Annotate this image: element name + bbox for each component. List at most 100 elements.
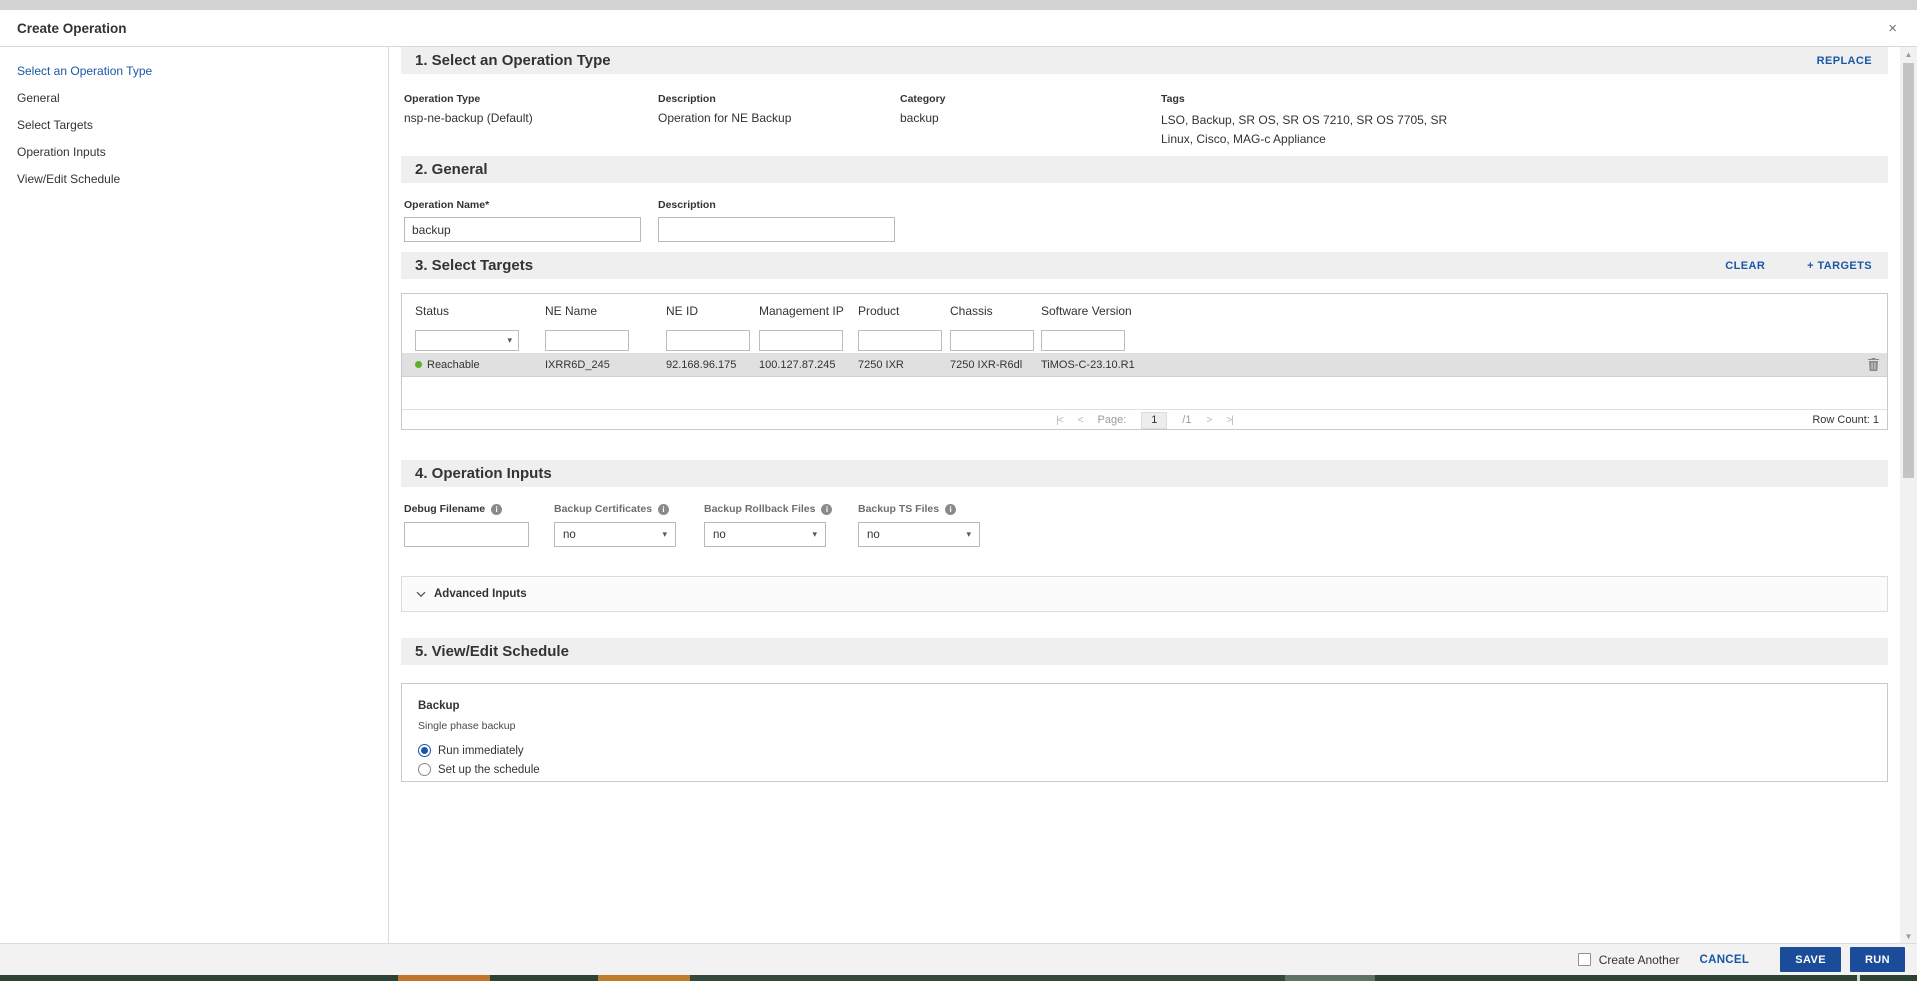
page-label: Page:	[1097, 414, 1127, 426]
chassis-value: 7250 IXR-R6dl	[950, 358, 1023, 371]
checkbox-icon[interactable]	[1577, 953, 1591, 966]
run-immediately-label: Run immediately	[438, 744, 524, 757]
product-value: 7250 IXR	[858, 358, 904, 371]
add-targets-button[interactable]: + TARGETS	[1807, 260, 1872, 272]
delete-row-button[interactable]	[1847, 358, 1887, 371]
col-product: Product	[858, 303, 900, 318]
info-icon: i	[491, 503, 503, 515]
category-label: Category	[900, 93, 946, 105]
backup-rollback-files-select[interactable]: no ▾	[704, 522, 826, 547]
section-schedule-header: 5. View/Edit Schedule	[401, 638, 1888, 665]
category-value: backup	[900, 111, 939, 125]
reachable-status-icon	[415, 361, 422, 368]
section-targets-title: 3. Select Targets	[415, 257, 534, 274]
previous-page-icon[interactable]: <	[1078, 415, 1084, 426]
strip-segment	[690, 975, 1285, 981]
radio-unselected-icon	[418, 763, 431, 776]
dialog-title: Create Operation	[17, 20, 127, 36]
info-icon: i	[658, 503, 670, 515]
schedule-box: Backup Single phase backup Run immediate…	[401, 683, 1888, 782]
backup-ts-files-label: Backup TS Files	[858, 503, 940, 515]
scroll-down-icon[interactable]: ▼	[1905, 929, 1913, 943]
page-total: /1	[1182, 414, 1192, 426]
section-operation-type-header: 1. Select an Operation Type REPLACE	[401, 47, 1888, 74]
replace-button[interactable]: REPLACE	[1817, 55, 1872, 67]
create-another-label: Create Another	[1598, 952, 1680, 967]
product-filter-input[interactable]	[858, 330, 942, 351]
sidebar-item-view-edit-schedule[interactable]: View/Edit Schedule	[0, 166, 388, 193]
strip-segment	[0, 975, 398, 981]
strip-segment	[1285, 975, 1375, 981]
operation-description-label: Description	[658, 93, 716, 105]
backup-certificates-value: no	[563, 528, 576, 541]
cancel-button[interactable]: CANCEL	[1699, 954, 1749, 966]
ne-id-value: 92.168.96.175	[666, 358, 737, 371]
strip-segment	[598, 975, 690, 981]
strip-segment	[1860, 975, 1917, 981]
section-inputs-title: 4. Operation Inputs	[415, 465, 552, 482]
general-fields: Operation Name* Description	[401, 183, 1888, 252]
description-input[interactable]	[658, 217, 895, 242]
operation-name-input[interactable]	[404, 217, 641, 242]
set-up-schedule-label: Set up the schedule	[438, 763, 540, 776]
col-status: Status	[415, 303, 450, 318]
dialog-titlebar: Create Operation ×	[0, 10, 1917, 47]
ne-name-value: IXRR6D_245	[545, 358, 610, 371]
targets-table-header: Status NE Name NE ID Management IP Produ…	[402, 294, 1887, 328]
management-ip-filter-input[interactable]	[759, 330, 843, 351]
software-version-filter-input[interactable]	[1041, 330, 1125, 351]
create-operation-dialog: Create Operation × Select an Operation T…	[0, 10, 1917, 943]
targets-table: Status NE Name NE ID Management IP Produ…	[401, 293, 1888, 430]
clear-button[interactable]: CLEAR	[1725, 260, 1765, 272]
sidebar-item-operation-inputs[interactable]: Operation Inputs	[0, 139, 388, 166]
chevron-down-icon: ▾	[966, 529, 971, 539]
last-page-icon[interactable]: >|	[1226, 415, 1234, 426]
targets-filter-row: ▾	[402, 328, 1887, 353]
col-management-ip: Management IP	[759, 303, 844, 318]
sidebar-item-select-operation-type[interactable]: Select an Operation Type	[0, 58, 388, 85]
scroll-up-icon[interactable]: ▲	[1905, 47, 1913, 61]
table-row[interactable]: Reachable IXRR6D_245 92.168.96.175 100.1…	[402, 353, 1887, 377]
page-number-input[interactable]	[1141, 411, 1168, 429]
ne-id-filter-input[interactable]	[666, 330, 750, 351]
table-empty-area	[402, 377, 1887, 409]
backup-rollback-files-label: Backup Rollback Files	[704, 503, 816, 515]
tags-label: Tags	[1161, 93, 1185, 105]
section-general-header: 2. General	[401, 156, 1888, 183]
content-scrollbar[interactable]: ▲ ▼	[1900, 47, 1917, 943]
run-immediately-option[interactable]: Run immediately	[418, 744, 1887, 757]
next-page-icon[interactable]: >	[1206, 415, 1212, 426]
background-app-strip	[0, 975, 1917, 981]
debug-filename-input[interactable]	[404, 522, 529, 547]
sidebar-item-general[interactable]: General	[0, 85, 388, 112]
chevron-down-icon: ▾	[812, 529, 817, 539]
create-another-option[interactable]: Create Another	[1577, 952, 1680, 967]
operation-description-value: Operation for NE Backup	[658, 111, 792, 125]
section-schedule-title: 5. View/Edit Schedule	[415, 643, 569, 660]
col-chassis: Chassis	[950, 303, 993, 318]
chassis-filter-input[interactable]	[950, 330, 1034, 351]
sidebar-item-select-targets[interactable]: Select Targets	[0, 112, 388, 139]
backup-certificates-select[interactable]: no ▾	[554, 522, 676, 547]
content-panel: 1. Select an Operation Type REPLACE Oper…	[389, 47, 1900, 943]
backup-ts-files-value: no	[867, 528, 880, 541]
save-button[interactable]: SAVE	[1780, 947, 1841, 972]
first-page-icon[interactable]: |<	[1056, 415, 1064, 426]
operation-name-label: Operation Name*	[404, 199, 490, 211]
col-ne-name: NE Name	[545, 303, 598, 318]
background-top-strip	[0, 0, 1917, 10]
advanced-inputs-toggle[interactable]: Advanced Inputs	[401, 576, 1888, 612]
scrollbar-thumb[interactable]	[1903, 63, 1914, 478]
close-icon[interactable]: ×	[1888, 21, 1897, 36]
ne-name-filter-input[interactable]	[545, 330, 629, 351]
set-up-schedule-option[interactable]: Set up the schedule	[418, 763, 1887, 776]
backup-ts-files-select[interactable]: no ▾	[858, 522, 980, 547]
backup-rollback-files-value: no	[713, 528, 726, 541]
status-filter-select[interactable]: ▾	[415, 330, 519, 351]
run-button[interactable]: RUN	[1849, 947, 1905, 972]
screen: Create Operation × Select an Operation T…	[0, 0, 1917, 981]
section-general-title: 2. General	[415, 161, 488, 178]
tags-value: LSO, Backup, SR OS, SR OS 7210, SR OS 77…	[1161, 113, 1448, 146]
dialog-footer: Create Another CANCEL SAVE RUN	[0, 943, 1917, 975]
advanced-inputs-label: Advanced Inputs	[434, 588, 527, 600]
